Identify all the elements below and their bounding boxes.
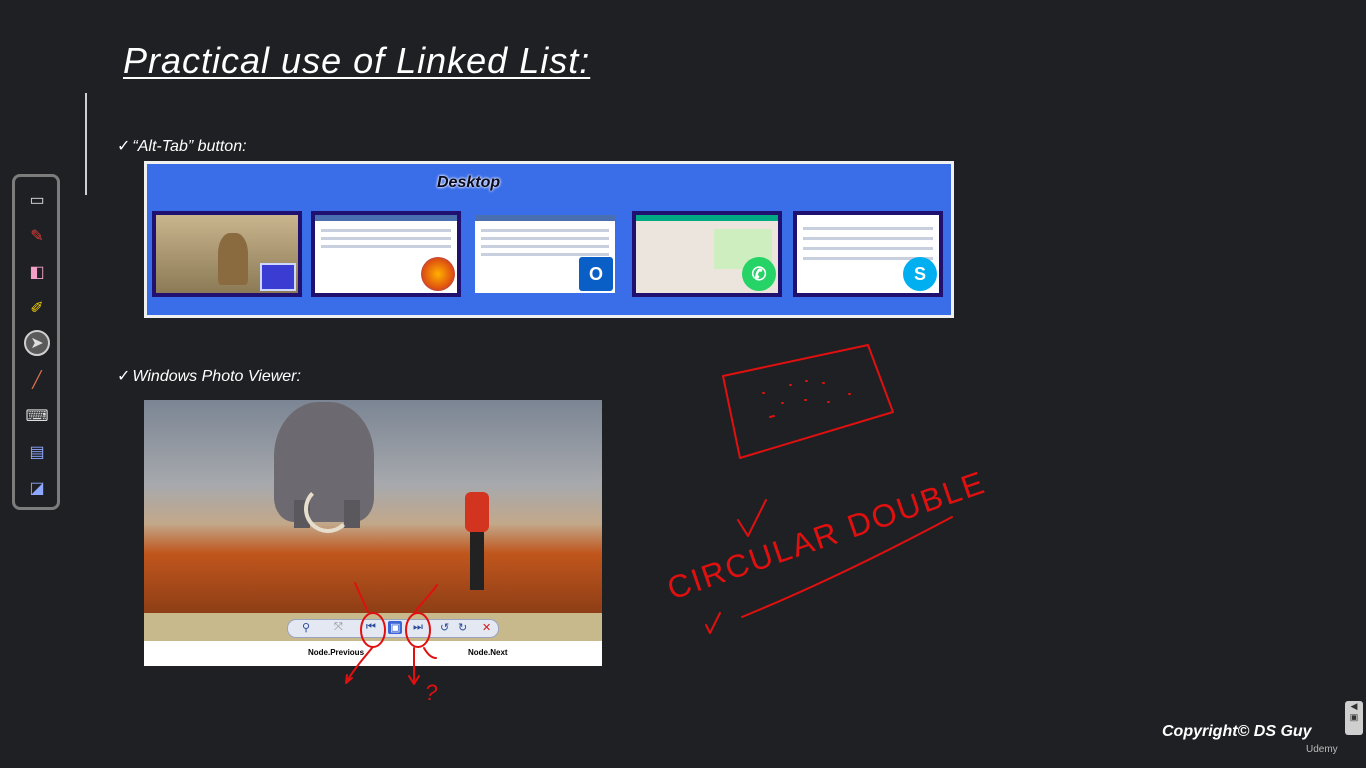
ink-checkmark-2 [705, 612, 721, 634]
highlighter-icon[interactable]: ✐ [24, 295, 50, 321]
udemy-logo: Udemy [1306, 744, 1338, 755]
pen-icon[interactable]: ✎ [24, 223, 50, 249]
ink-question-mark: ? [425, 680, 438, 705]
laser-icon[interactable]: ╱ [24, 367, 50, 393]
eraser-icon[interactable]: ◧ [24, 259, 50, 285]
side-collapse-widget[interactable]: ◀ ▣ [1345, 701, 1363, 735]
ink-annotations: ? CIRCULAR DOUBLE [345, 344, 991, 705]
ink-rectangle [722, 344, 894, 459]
ink-arrow-down-mid [408, 647, 420, 685]
copyright-text: Copyright© DS Guy [1162, 723, 1312, 740]
ink-arrow-next [414, 584, 438, 613]
pointer-icon[interactable]: ➤ [24, 330, 50, 356]
annotation-toolbar: ▭ ✎ ◧ ✐ ➤ ╱ ⌨ ▤ ◪ [12, 174, 60, 510]
switch-screen-icon[interactable]: ◪ [24, 475, 50, 501]
ink-circular-double-text: CIRCULAR DOUBLE [663, 464, 991, 607]
keyboard-icon[interactable]: ⌨ [24, 403, 50, 429]
ink-arrow-down-left [345, 647, 373, 684]
ink-arrow-down-right [423, 647, 437, 659]
ink-circle-next [405, 612, 431, 648]
ink-checkmark-1 [737, 499, 767, 537]
whiteboard-icon[interactable]: ▭ [24, 187, 50, 213]
ink-arrow-previous [354, 582, 369, 613]
screen-capture-icon[interactable]: ▤ [24, 439, 50, 465]
ink-circle-previous [360, 612, 386, 648]
ink-dots [762, 380, 851, 418]
